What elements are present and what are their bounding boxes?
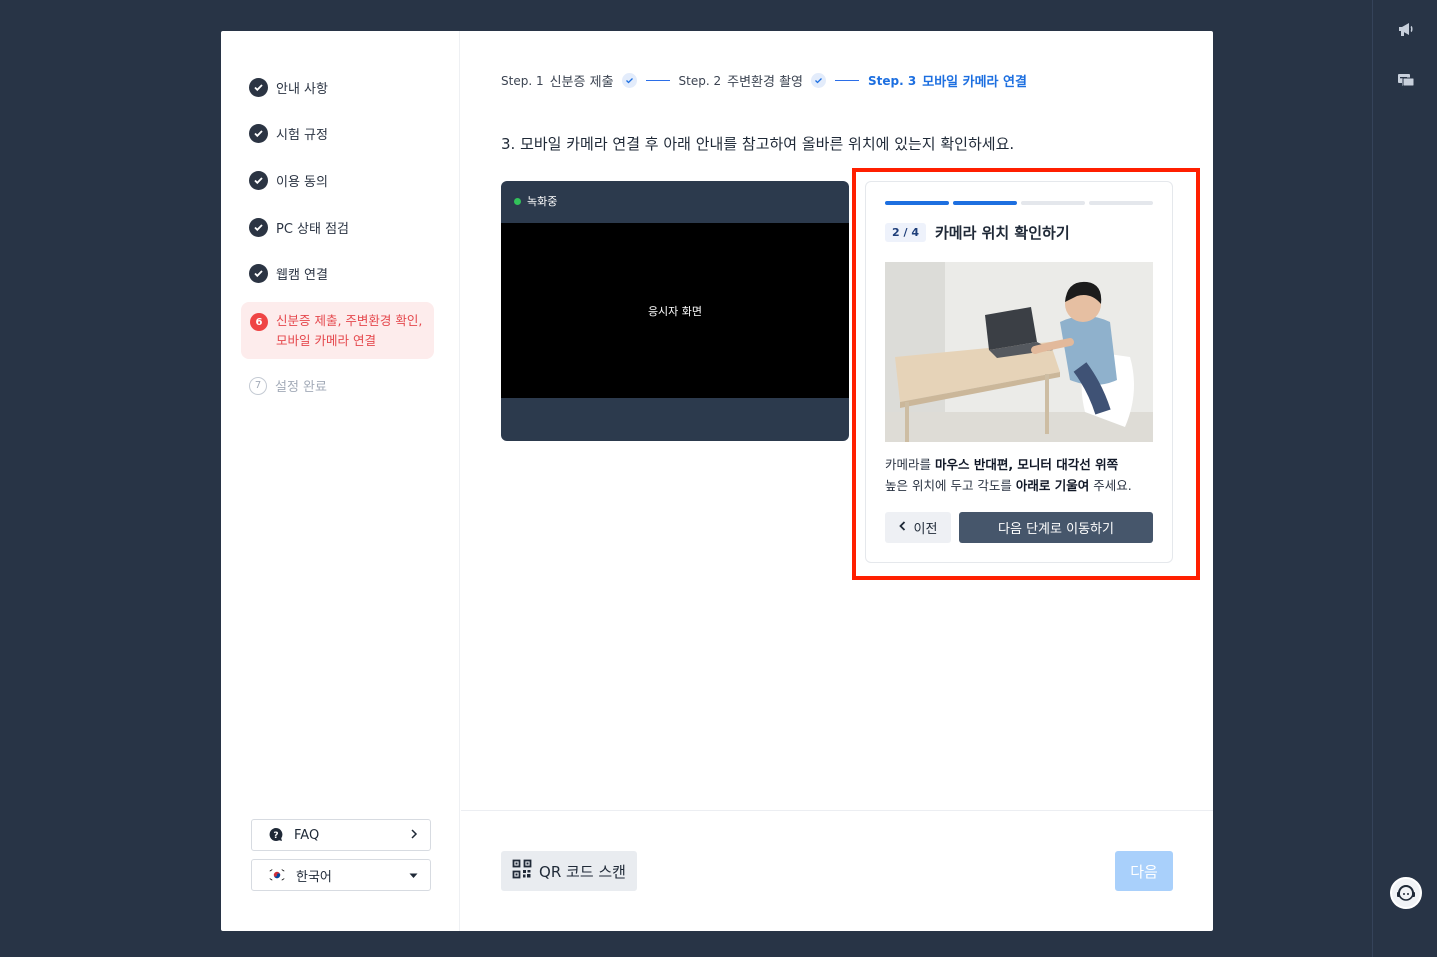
- sidebar-step-label: 신분증 제출, 주변환경 확인, 모바일 카메라 연결: [276, 313, 423, 348]
- setup-modal: 안내 사항 시험 규정 이용 동의 PC 상태 점검 웹캠 연결 6 신분증 제…: [221, 31, 1213, 931]
- candidate-screen: 응시자 화면: [501, 223, 849, 398]
- faq-button[interactable]: ? FAQ: [251, 819, 431, 851]
- support-agent-icon[interactable]: [1390, 877, 1422, 909]
- step2-prefix: Step. 2: [678, 73, 722, 88]
- step-number-badge: 7: [249, 376, 267, 395]
- qr-scan-button[interactable]: QR 코드 스캔: [501, 851, 637, 891]
- check-circle-icon: [249, 218, 268, 237]
- sidebar-step-label: 설정 완료: [275, 380, 327, 395]
- language-select[interactable]: 한국어: [251, 859, 431, 891]
- setup-sidebar: 안내 사항 시험 규정 이용 동의 PC 상태 점검 웹캠 연결 6 신분증 제…: [221, 31, 460, 931]
- sidebar-step-4: PC 상태 점검: [249, 218, 349, 237]
- check-circle-icon: [249, 78, 268, 97]
- step-number-badge: 6: [250, 313, 268, 331]
- check-circle-icon: [249, 264, 268, 283]
- step-progress: Step. 1 신분증 제출 Step. 2 주변환경 촬영 Step. 3 모…: [501, 71, 1027, 90]
- candidate-screen-label: 응시자 화면: [647, 304, 703, 318]
- sidebar-step-label: 시험 규정: [276, 128, 328, 143]
- sidebar-step-7: 7 설정 완료: [249, 376, 327, 395]
- step2-name: 주변환경 촬영: [727, 75, 804, 90]
- sidebar-step-2: 시험 규정: [249, 124, 328, 143]
- sidebar-step-label: 웹캠 연결: [276, 268, 328, 283]
- step-connector: [645, 79, 670, 82]
- chevron-right-icon: [410, 828, 418, 843]
- step3-prefix: Step. 3: [868, 73, 917, 88]
- step1-name: 신분증 제출: [549, 75, 614, 90]
- svg-text:?: ?: [273, 831, 278, 841]
- megaphone-icon[interactable]: [1395, 18, 1417, 40]
- sidebar-step-label: PC 상태 점검: [276, 222, 350, 237]
- korea-flag-icon: [268, 868, 286, 882]
- camera-preview: 녹화중 응시자 화면: [501, 181, 849, 441]
- next-label: 다음: [1130, 862, 1158, 881]
- sidebar-step-5: 웹캠 연결: [249, 264, 328, 283]
- caret-down-icon: [409, 868, 418, 883]
- step3-name: 모바일 카메라 연결: [922, 75, 1027, 90]
- footer-divider: [461, 810, 1213, 811]
- check-icon: [621, 73, 637, 88]
- recording-dot-icon: [514, 197, 521, 205]
- main-panel: Step. 1 신분증 제출 Step. 2 주변환경 촬영 Step. 3 모…: [461, 31, 1213, 931]
- instruction-text: 3. 모바일 카메라 연결 후 아래 안내를 참고하여 올바른 위치에 있는지 …: [501, 135, 1015, 153]
- check-circle-icon: [249, 124, 268, 143]
- qr-code-icon: [512, 859, 532, 883]
- language-label: 한국어: [296, 869, 332, 885]
- check-icon: [811, 73, 827, 88]
- sidebar-step-1: 안내 사항: [249, 78, 328, 97]
- highlight-box: [852, 168, 1200, 580]
- sidebar-step-6-active: 6 신분증 제출, 주변환경 확인, 모바일 카메라 연결: [241, 302, 434, 359]
- sidebar-step-label: 안내 사항: [276, 82, 328, 97]
- qr-scan-label: QR 코드 스캔: [539, 862, 626, 881]
- next-button[interactable]: 다음: [1115, 851, 1173, 891]
- faq-label: FAQ: [294, 827, 320, 843]
- step1-prefix: Step. 1: [501, 73, 544, 88]
- recording-status: 녹화중: [514, 193, 557, 209]
- sidebar-step-3: 이용 동의: [249, 171, 328, 190]
- recording-label: 녹화중: [527, 195, 558, 208]
- chat-icon[interactable]: [1395, 70, 1417, 92]
- step-connector: [835, 79, 860, 82]
- help-icon: ?: [268, 827, 284, 843]
- right-rail: [1372, 0, 1437, 957]
- check-circle-icon: [249, 171, 268, 190]
- sidebar-step-label: 이용 동의: [276, 175, 328, 190]
